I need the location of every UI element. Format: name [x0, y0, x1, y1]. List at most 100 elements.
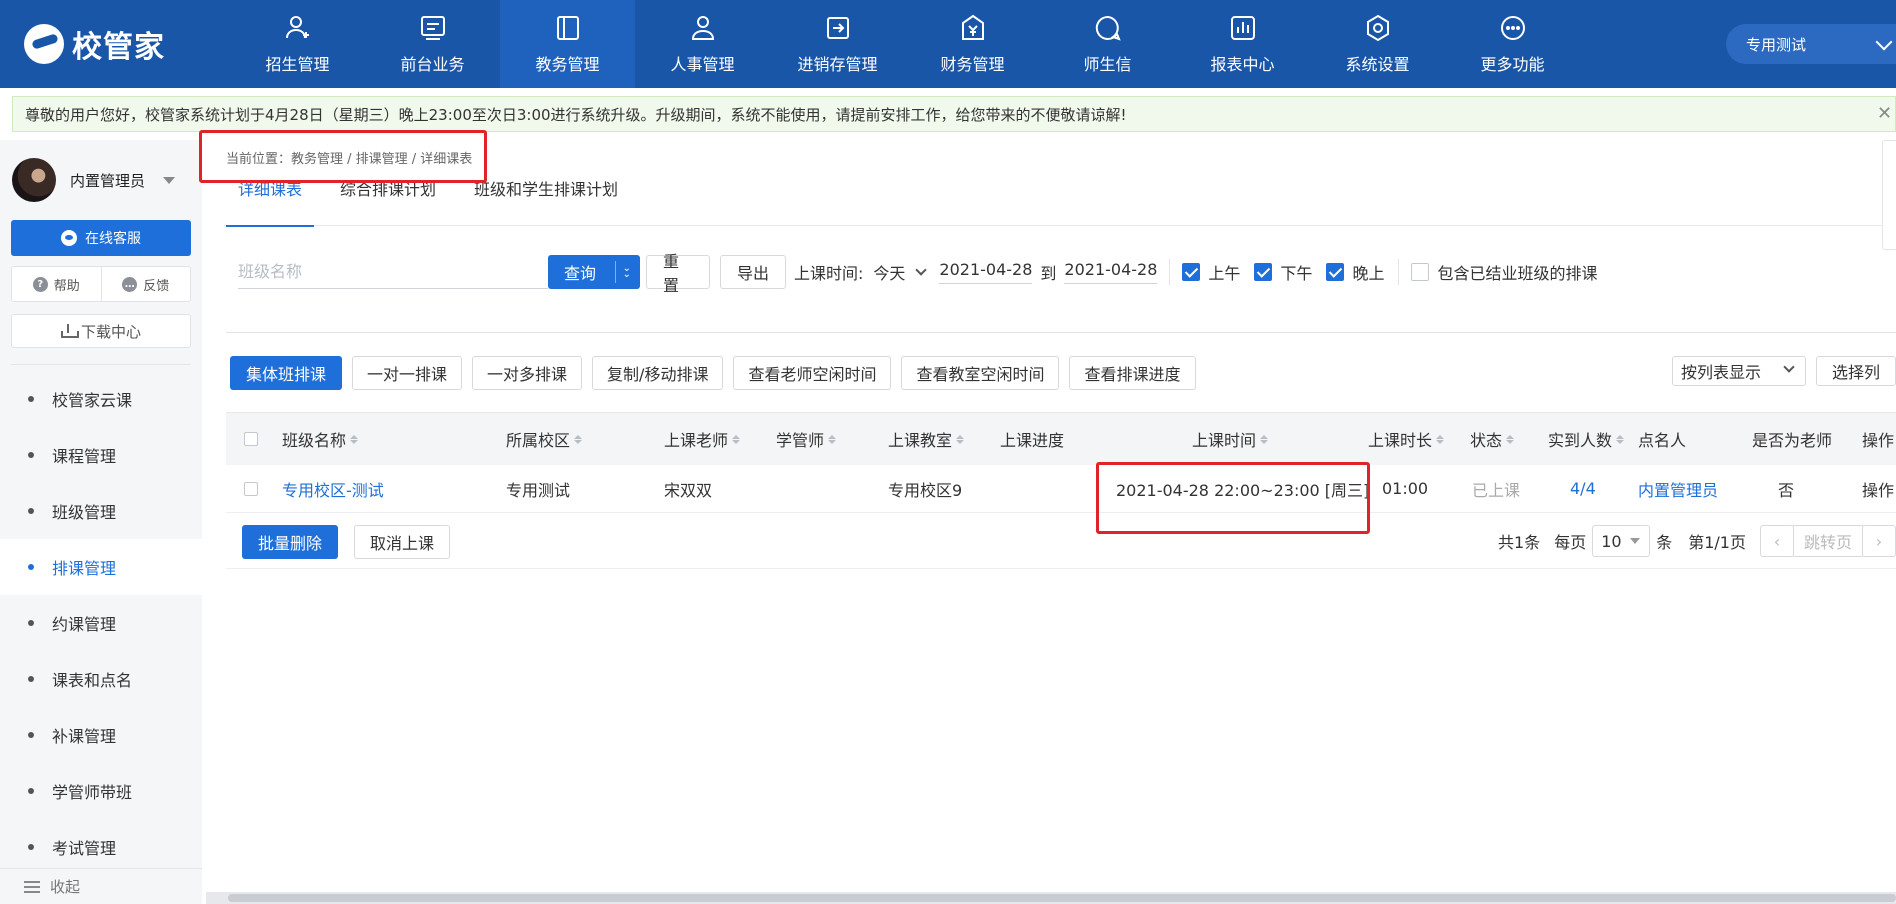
nav-item-messages[interactable]: 师生信 — [1040, 0, 1175, 88]
query-label: 查询 — [564, 264, 597, 283]
one-to-many-schedule-button[interactable]: 一对多排课 — [472, 356, 583, 390]
scrollbar-thumb[interactable] — [228, 894, 1896, 902]
include-finished-checkbox[interactable]: 包含已结业班级的排课 — [1411, 260, 1597, 284]
date-from-input[interactable]: 2021-04-28 — [939, 260, 1033, 284]
column-header-label: 班级名称 — [282, 431, 347, 450]
nav-item-frontdesk[interactable]: 前台业务 — [365, 0, 500, 88]
schedule-progress-button[interactable]: 查看排课进度 — [1069, 356, 1196, 390]
sidebar-item-exams[interactable]: 考试管理 — [0, 819, 202, 875]
col-campus[interactable]: 所属校区 — [506, 427, 583, 451]
morning-checkbox[interactable]: 上午 — [1182, 260, 1240, 284]
chart-icon — [1228, 13, 1258, 43]
nav-label: 进销存管理 — [797, 55, 878, 74]
collapse-sidebar-button[interactable]: 收起 — [0, 868, 202, 904]
column-header-label: 所属校区 — [506, 431, 571, 450]
system-notice: 尊敬的用户您好，校管家系统计划于4月28日（星期三）晚上23:00至次日3:00… — [12, 96, 1896, 132]
close-icon[interactable]: ✕ — [1877, 105, 1895, 123]
help-label: 帮助 — [53, 278, 80, 294]
roll-caller-link[interactable]: 内置管理员 — [1638, 477, 1718, 501]
nav-item-reports[interactable]: 报表中心 — [1175, 0, 1310, 88]
col-status[interactable]: 状态 — [1470, 427, 1515, 451]
to-label: 到 — [1040, 264, 1057, 283]
help-button[interactable]: ? 帮助 — [12, 267, 101, 301]
sidebar-item-scheduling[interactable]: 排课管理 — [0, 539, 202, 595]
horizontal-scrollbar[interactable] — [206, 892, 1896, 904]
date-to-input[interactable]: 2021-04-28 — [1064, 260, 1158, 284]
sidebar-item-courses[interactable]: 课程管理 — [0, 427, 202, 483]
floating-side-panel[interactable] — [1882, 140, 1896, 250]
one-to-one-schedule-button[interactable]: 一对一排课 — [352, 356, 463, 390]
col-manager[interactable]: 学管师 — [776, 427, 837, 451]
chevron-left-icon: ‹ — [1773, 531, 1781, 551]
export-button[interactable]: 导出 — [720, 255, 786, 289]
batch-delete-button[interactable]: 批量删除 — [242, 525, 338, 559]
nav-item-enrollment[interactable]: 招生管理 — [230, 0, 365, 88]
app-logo[interactable]: 校管家 — [0, 0, 230, 88]
sidebar: 内置管理员 在线客服 ? 帮助 … 反馈 下载中心 校管家云课 课程管理 班级管… — [0, 140, 202, 904]
cancel-class-button[interactable]: 取消上课 — [354, 525, 450, 559]
download-center-button[interactable]: 下载中心 — [11, 314, 191, 348]
attendance-link[interactable]: 4/4 — [1570, 479, 1596, 498]
query-button[interactable]: 查询 ⌄ ⌄ — [548, 255, 640, 289]
sidebar-item-timetable[interactable]: 课表和点名 — [0, 651, 202, 707]
nav-item-finance[interactable]: 财务管理 — [905, 0, 1040, 88]
row-checkbox[interactable] — [244, 481, 258, 496]
sidebar-item-cloud-class[interactable]: 校管家云课 — [0, 371, 202, 427]
nav-item-more[interactable]: 更多功能 — [1445, 0, 1580, 88]
col-roll-caller: 点名人 — [1638, 427, 1686, 451]
tab-overall-plan[interactable]: 综合排课计划 — [340, 176, 436, 226]
total-count: 共1条 — [1498, 533, 1541, 552]
reset-button[interactable]: 重置 — [646, 252, 710, 295]
teacher-free-time-button[interactable]: 查看老师空闲时间 — [733, 356, 892, 390]
checkbox-icon — [1411, 263, 1430, 281]
double-chevron-down-icon[interactable]: ⌄ ⌄ — [623, 264, 631, 280]
col-duration[interactable]: 上课时长 — [1368, 427, 1445, 451]
nav-item-hr[interactable]: 人事管理 — [635, 0, 770, 88]
page-size-select[interactable]: 10 — [1592, 525, 1651, 557]
monitor-icon — [418, 13, 448, 43]
tab-class-student-plan[interactable]: 班级和学生排课计划 — [474, 176, 618, 226]
nav-item-inventory[interactable]: 进销存管理 — [770, 0, 905, 88]
choose-columns-button[interactable]: 选择列 — [1816, 356, 1896, 386]
col-progress: 上课进度 — [1000, 427, 1064, 451]
tab-detailed-schedule[interactable]: 详细课表 — [225, 176, 315, 227]
download-label: 下载中心 — [80, 322, 141, 341]
nav-item-settings[interactable]: 系统设置 — [1310, 0, 1445, 88]
copy-move-schedule-button[interactable]: 复制/移动排课 — [592, 356, 724, 390]
nav-label: 教务管理 — [535, 55, 600, 74]
sidebar-item-tutor-class[interactable]: 学管师带班 — [0, 763, 202, 819]
view-mode-value: 按列表显示 — [1681, 363, 1762, 382]
bullet-icon — [28, 452, 34, 458]
sidebar-item-booking[interactable]: 约课管理 — [0, 595, 202, 651]
sidebar-item-label: 校管家云课 — [52, 391, 133, 410]
class-name-input[interactable] — [238, 255, 548, 289]
classroom-free-time-button[interactable]: 查看教室空闲时间 — [901, 356, 1060, 390]
col-classroom[interactable]: 上课教室 — [888, 427, 965, 451]
online-service-button[interactable]: 在线客服 — [11, 220, 191, 256]
status-cell: 已上课 — [1472, 480, 1521, 500]
nav-item-academic[interactable]: 教务管理 — [500, 0, 635, 88]
col-attendance[interactable]: 实到人数 — [1548, 427, 1625, 451]
sidebar-item-classes[interactable]: 班级管理 — [0, 483, 202, 539]
time-range-select[interactable]: 今天 — [873, 260, 928, 284]
settings-icon — [1363, 13, 1393, 43]
bullet-icon — [28, 396, 34, 402]
evening-checkbox[interactable]: 晚上 — [1326, 260, 1384, 284]
operation-button[interactable]: 操作 — [1862, 477, 1894, 501]
next-page-button[interactable]: › — [1862, 525, 1896, 557]
prev-page-button[interactable]: ‹ — [1760, 525, 1794, 557]
col-time[interactable]: 上课时间 — [1192, 427, 1269, 451]
feedback-button[interactable]: … 反馈 — [100, 267, 191, 301]
jump-page-input[interactable]: 跳转页 — [1793, 525, 1863, 557]
view-mode-select[interactable]: 按列表显示 — [1672, 356, 1806, 386]
user-profile[interactable]: 内置管理员 — [0, 140, 202, 220]
col-class-name[interactable]: 班级名称 — [282, 427, 359, 451]
download-icon — [60, 324, 79, 338]
sidebar-item-makeup[interactable]: 补课管理 — [0, 707, 202, 763]
group-class-schedule-button[interactable]: 集体班排课 — [230, 356, 343, 390]
col-teacher[interactable]: 上课老师 — [664, 427, 741, 451]
select-all-checkbox[interactable] — [244, 432, 258, 446]
class-name-link[interactable]: 专用校区-测试 — [282, 477, 384, 501]
account-select[interactable]: 专用测试 — [1726, 24, 1896, 64]
afternoon-checkbox[interactable]: 下午 — [1254, 260, 1312, 284]
